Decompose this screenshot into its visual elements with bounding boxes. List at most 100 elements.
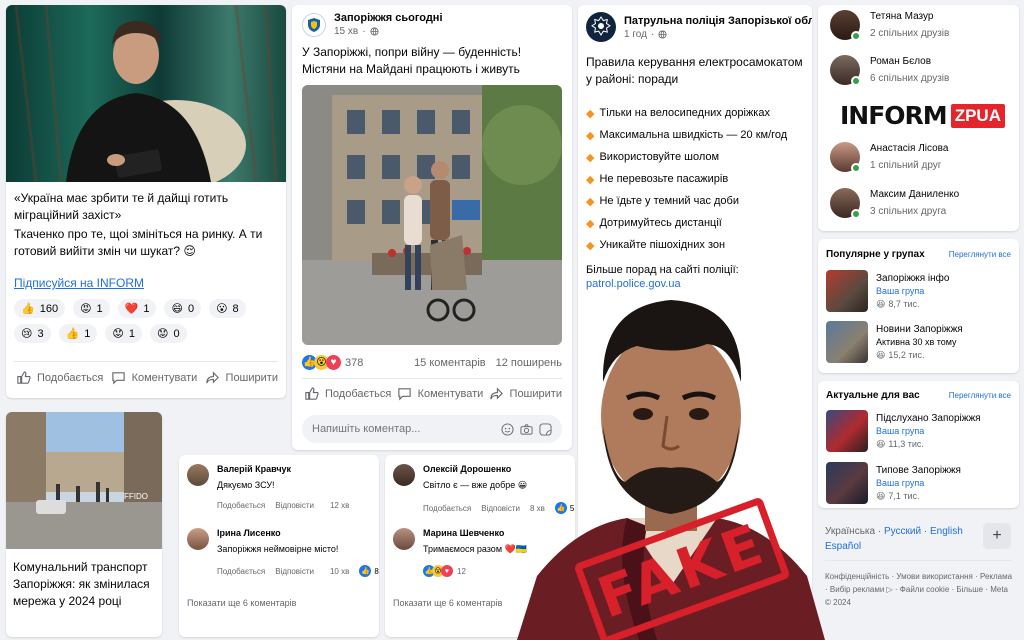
reaction-like[interactable]: 👍 160 <box>14 299 66 318</box>
grin-icon: 😆 <box>876 298 886 309</box>
mutual-friends: 6 спільних друзів <box>870 73 950 84</box>
group-item[interactable]: Новини Запоріжжя Активна 30 хв тому 😆 15,… <box>826 321 963 363</box>
footer-links[interactable]: Конфіденційність · Умови використання · … <box>825 570 1015 609</box>
group-sub: Ваша група <box>876 285 925 296</box>
comment-time[interactable]: 12 хв <box>330 501 349 510</box>
police-badge-icon <box>591 16 611 36</box>
reaction-stack[interactable]: 👍 😮 ♥ <box>423 565 453 577</box>
group-name[interactable]: Новини Запоріжжя <box>876 324 963 335</box>
emoji-icon[interactable] <box>501 422 514 436</box>
reaction-count[interactable]: 378 <box>345 357 363 369</box>
avatar[interactable] <box>393 464 415 486</box>
comment-reply-link[interactable]: Відповісти <box>481 504 520 513</box>
comment-button[interactable]: Коментувати <box>397 386 483 401</box>
show-more-comments[interactable]: Показати ще 6 коментарів <box>393 598 502 608</box>
love-reaction-icon: ♥ <box>441 565 453 577</box>
group-thumbnail[interactable] <box>826 410 868 452</box>
friend-item[interactable]: Роман Бєлов 6 спільних друзів <box>830 55 950 86</box>
see-all-link[interactable]: Переглянути все <box>949 391 1011 400</box>
see-all-link[interactable]: Переглянути все <box>949 250 1011 259</box>
avatar[interactable] <box>830 10 861 41</box>
friend-item[interactable]: Максим Даниленко 3 спільних друга <box>830 188 959 219</box>
comment-like-link[interactable]: Подобається <box>217 501 265 510</box>
post-photo-speaker[interactable] <box>6 5 286 182</box>
comment-text: Тримаємося разом ❤️🇺🇦 <box>423 544 527 554</box>
comment-reply-link[interactable]: Відповісти <box>275 567 314 576</box>
post-photo-street[interactable]: FFIDO <box>6 412 162 549</box>
reaction-angry[interactable]: 😡 1 <box>73 299 110 318</box>
avatar[interactable] <box>830 55 861 86</box>
group-item[interactable]: Запоріжжя інфо Ваша група 😆 8,7 тис. <box>826 270 949 312</box>
language-option[interactable]: English <box>930 526 963 537</box>
online-indicator-icon <box>851 31 861 41</box>
reaction-thumbs[interactable]: 👍 1 <box>58 324 98 343</box>
show-more-comments[interactable]: Показати ще 6 коментарів <box>187 598 296 608</box>
comment-reply-link[interactable]: Відповісти <box>275 501 314 510</box>
share-button[interactable]: Поширити <box>205 370 278 385</box>
online-indicator-icon <box>851 209 861 219</box>
reaction-haha[interactable]: 😄 0 <box>164 299 202 318</box>
friend-name[interactable]: Тетяна Мазур <box>870 11 949 22</box>
group-name[interactable]: Типове Запоріжжя <box>876 465 961 476</box>
comment-reaction-count[interactable]: 12 <box>457 567 466 576</box>
reaction-worried[interactable]: 😟 1 <box>105 324 143 343</box>
comment-input[interactable] <box>312 423 482 435</box>
page-avatar[interactable] <box>586 12 616 42</box>
mutual-friends: 1 спільний друг <box>870 160 942 171</box>
reaction-worried-2[interactable]: 😟 0 <box>150 324 187 343</box>
diamond-bullet-icon: ◆ <box>586 195 595 208</box>
group-thumbnail[interactable] <box>826 270 868 312</box>
page-name[interactable]: Патрульна поліція Запорізької області <box>624 15 812 27</box>
comment-icon <box>111 372 125 385</box>
comment-author[interactable]: Ірина Лисенко <box>217 528 379 538</box>
rule-item: ◆ Не їдьте у темний час доби <box>586 195 739 208</box>
like-button[interactable]: Подобається <box>16 370 103 385</box>
friend-name[interactable]: Анастасія Лісова <box>870 143 948 154</box>
reaction-wow[interactable]: 😮 8 <box>209 299 246 318</box>
plus-icon: + <box>992 527 1002 544</box>
popular-groups: Популярне у групах Переглянути все Запор… <box>818 239 1019 373</box>
comment-count[interactable]: 15 коментарів <box>414 357 486 369</box>
page-avatar[interactable] <box>302 12 326 37</box>
comment-like-link[interactable]: Подобається <box>217 567 265 576</box>
friend-item[interactable]: Тетяна Мазур 2 спільних друзів <box>830 10 949 41</box>
comment-like-link[interactable]: Подобається <box>423 504 471 513</box>
post-time[interactable]: 1 год <box>624 29 647 40</box>
group-thumbnail[interactable] <box>826 321 868 363</box>
like-button[interactable]: Подобається <box>304 386 391 401</box>
comment-author[interactable]: Марина Шевченко <box>423 528 527 538</box>
member-count: 11,3 тис. <box>888 439 924 449</box>
post-time[interactable]: 15 хв <box>334 26 358 37</box>
group-name[interactable]: Підслухано Запоріжжя <box>876 413 981 424</box>
comment-text: Дякуємо ЗСУ! <box>217 480 275 490</box>
post-title: Правила керування електросамокатом у рай… <box>586 55 803 86</box>
group-item[interactable]: Підслухано Запоріжжя Ваша група 😆 11,3 ти… <box>826 410 981 452</box>
post-text: Комунальний транспорт Запоріжжя: як змін… <box>13 560 150 608</box>
rule-item: ◆ Не перевозьте пасажирів <box>586 173 729 186</box>
reaction-love[interactable]: ❤️ 1 <box>117 299 157 318</box>
rule-item: ◆ Тільки на велосипедних доріжках <box>586 107 770 120</box>
globe-icon <box>658 29 667 39</box>
avatar[interactable] <box>393 528 415 550</box>
friend-name[interactable]: Роман Бєлов <box>870 56 949 67</box>
avatar[interactable] <box>187 464 209 486</box>
page-name[interactable]: Запоріжжя сьогодні <box>334 12 443 24</box>
avatar[interactable] <box>830 142 861 173</box>
comment-reaction-count[interactable]: 8 <box>374 567 378 576</box>
add-language-button[interactable]: + <box>983 523 1011 549</box>
group-item[interactable]: Типове Запоріжжя Ваша група 😆 7,1 тис. <box>826 462 961 504</box>
reaction-sad[interactable]: 😢 3 <box>14 324 51 343</box>
avatar[interactable] <box>830 188 861 219</box>
group-name[interactable]: Запоріжжя інфо <box>876 273 949 284</box>
friend-item[interactable]: Анастасія Лісова 1 спільний друг <box>830 142 948 173</box>
subscribe-link[interactable]: Підписуйся на INFORM <box>14 276 278 290</box>
language-option[interactable]: Русский <box>884 526 921 537</box>
friend-name[interactable]: Максим Даниленко <box>870 189 959 200</box>
comment-button[interactable]: Коментувати <box>111 370 197 385</box>
comment-author[interactable]: Валерій Кравчук <box>217 464 349 474</box>
group-thumbnail[interactable] <box>826 462 868 504</box>
language-option[interactable]: Español <box>825 541 861 552</box>
comment-time[interactable]: 10 хв <box>330 567 349 576</box>
reaction-stack[interactable]: 👍 😮 ♥ <box>302 355 341 370</box>
avatar[interactable] <box>187 528 209 550</box>
